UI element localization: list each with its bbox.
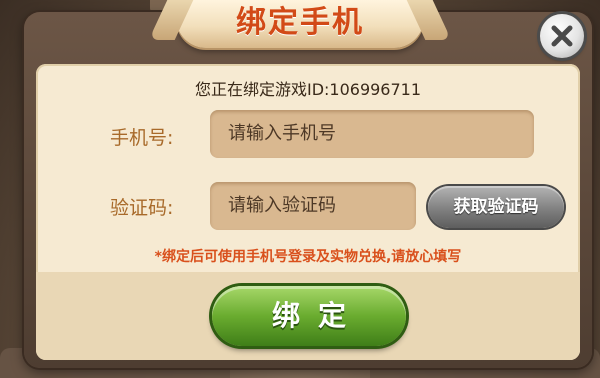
phone-label: 手机号: [110,127,174,149]
bind-button[interactable]: 绑定 [212,286,406,346]
verification-code-input[interactable]: 请输入验证码 [210,182,416,230]
dialog-title: 绑定手机 [236,5,364,40]
get-code-button[interactable]: 获取验证码 [428,186,564,228]
code-label: 验证码: [110,197,174,219]
binding-id-prefix: 您正在绑定游戏ID: [194,80,330,99]
notice-text: *绑定后可使用手机号登录及实物兑换,请放心填写 [154,249,462,265]
phone-input[interactable]: 请输入手机号 [210,110,534,158]
title-banner: 绑定手机 [176,0,424,48]
binding-id-text: 您正在绑定游戏ID:106996711 [36,76,580,100]
close-icon [551,25,573,47]
game-id: 106996711 [329,80,422,99]
close-button[interactable] [540,14,584,58]
